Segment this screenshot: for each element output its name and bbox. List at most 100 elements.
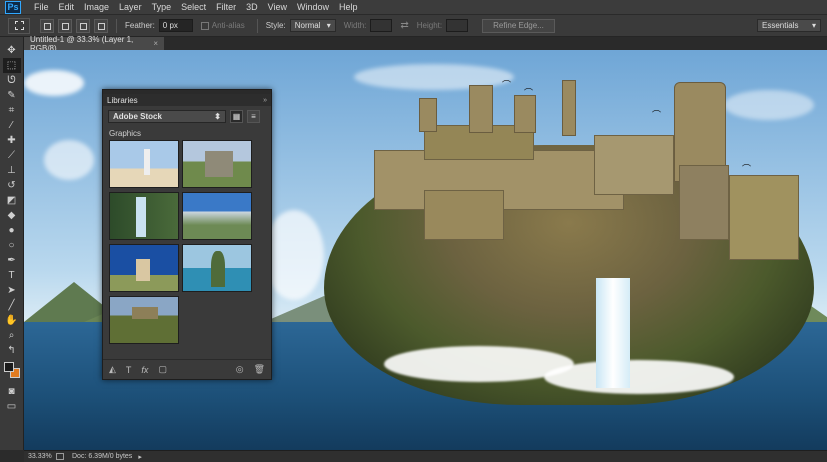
- collapse-icon[interactable]: »: [263, 97, 267, 104]
- grid-view-icon[interactable]: ▦: [230, 109, 243, 123]
- workspace-value: Essentials: [762, 21, 799, 30]
- antialias-checkbox[interactable]: [200, 21, 209, 30]
- refine-edge-button[interactable]: Refine Edge...: [482, 18, 555, 33]
- document-tab[interactable]: Untitled-1 @ 33.3% (Layer 1, RGB/8) ×: [24, 35, 164, 53]
- thumbnail-mountains[interactable]: [182, 192, 252, 240]
- divider: [256, 18, 258, 33]
- ruins-shape: [205, 151, 233, 177]
- width-input[interactable]: [370, 19, 393, 32]
- bird-icon: ⌒: [502, 80, 512, 90]
- hand-tool-icon[interactable]: ✋: [3, 313, 21, 328]
- castle-keep: [729, 175, 799, 260]
- zoom-tool-icon[interactable]: ⌕: [3, 328, 21, 343]
- thumbnail-rock-island[interactable]: [182, 244, 252, 292]
- add-graphic-icon[interactable]: ▢: [158, 364, 167, 375]
- thumbnail-windmill[interactable]: [109, 244, 179, 292]
- brush-tool-icon[interactable]: ⟋: [3, 148, 21, 163]
- new-selection-button[interactable]: [40, 18, 54, 33]
- castle-tower: [514, 95, 536, 133]
- rock-shape: [211, 251, 225, 287]
- color-swatches[interactable]: [2, 360, 22, 384]
- add-selection-button[interactable]: [58, 18, 72, 33]
- healing-brush-tool-icon[interactable]: ✚: [3, 133, 21, 148]
- trash-icon[interactable]: 🗑: [254, 364, 265, 375]
- libraries-title[interactable]: Libraries: [107, 96, 138, 105]
- feather-label: Feather:: [125, 21, 155, 30]
- lasso-tool-icon[interactable]: ᘎ: [3, 73, 21, 88]
- style-select[interactable]: Normal ▾: [289, 19, 336, 32]
- width-label: Width:: [343, 21, 367, 30]
- zoom-level[interactable]: 33.33%: [24, 453, 56, 460]
- status-bar: 33.33% Doc: 6.39M/0 bytes ▸: [24, 450, 827, 462]
- menu-3d[interactable]: 3D: [241, 2, 263, 12]
- subtract-selection-icon: [80, 22, 87, 30]
- bird-icon: ⌒: [652, 110, 662, 120]
- line-tool-icon[interactable]: ╱: [3, 298, 21, 313]
- workspace-select[interactable]: Essentials ▾: [757, 19, 821, 32]
- thumbnail-fortress-hill[interactable]: [109, 296, 179, 344]
- document-tab-bar: Untitled-1 @ 33.3% (Layer 1, RGB/8) ×: [24, 35, 827, 53]
- dodge-tool-icon[interactable]: ○: [3, 238, 21, 253]
- list-view-icon[interactable]: ≡: [247, 109, 260, 123]
- windmill-shape: [136, 259, 150, 281]
- thumbnail-waterfall[interactable]: [109, 192, 179, 240]
- marquee-tool-icon[interactable]: ⬚: [2, 58, 21, 73]
- menu-file[interactable]: File: [29, 2, 54, 12]
- menu-edit[interactable]: Edit: [54, 2, 80, 12]
- fortress-shape: [132, 307, 158, 319]
- menu-help[interactable]: Help: [334, 2, 363, 12]
- swap-icon[interactable]: ⇄: [400, 20, 408, 31]
- thumbnail-lighthouse[interactable]: [109, 140, 179, 188]
- chevron-updown-icon: ⬍: [214, 111, 221, 121]
- intersect-selection-button[interactable]: [94, 18, 108, 33]
- eyedropper-tool-icon[interactable]: ⁄: [3, 118, 21, 133]
- menu-type[interactable]: Type: [147, 2, 177, 12]
- chevron-right-icon[interactable]: ▸: [138, 453, 142, 461]
- quick-mask-icon[interactable]: ◙: [3, 384, 21, 399]
- creative-cloud-icon[interactable]: ◎: [236, 364, 244, 375]
- crop-tool-icon[interactable]: ⌗: [3, 103, 21, 118]
- clone-stamp-tool-icon[interactable]: ⊥: [3, 163, 21, 178]
- menu-filter[interactable]: Filter: [211, 2, 241, 12]
- quick-selection-tool-icon[interactable]: ✎: [3, 88, 21, 103]
- wave-foam: [544, 360, 734, 394]
- intersect-selection-icon: [98, 22, 105, 30]
- add-color-icon[interactable]: ◭: [109, 364, 116, 375]
- add-selection-icon: [62, 22, 69, 30]
- graphics-section-label: Graphics: [109, 129, 142, 138]
- menu-window[interactable]: Window: [292, 2, 334, 12]
- cloud: [724, 90, 814, 120]
- tool-preset-picker[interactable]: [8, 17, 30, 34]
- menu-image[interactable]: Image: [79, 2, 114, 12]
- style-value: Normal: [294, 21, 321, 30]
- library-select[interactable]: Adobe Stock ⬍: [108, 109, 226, 123]
- move-tool-icon[interactable]: ✥: [3, 43, 21, 58]
- castle-tower: [419, 98, 437, 132]
- tools-panel: ✥ ⬚ ᘎ ✎ ⌗ ⁄ ✚ ⟋ ⊥ ↺ ◩ ◆ ● ○ ✒ T ➤ ╱ ✋ ⌕ …: [0, 37, 24, 450]
- blur-tool-icon[interactable]: ●: [3, 223, 21, 238]
- history-brush-tool-icon[interactable]: ↺: [3, 178, 21, 193]
- height-input[interactable]: [446, 19, 469, 32]
- pen-tool-icon[interactable]: ✒: [3, 253, 21, 268]
- swap-colors-icon[interactable]: ↰: [3, 343, 21, 358]
- path-selection-tool-icon[interactable]: ➤: [3, 283, 21, 298]
- lighthouse-shape: [144, 149, 150, 175]
- style-label: Style:: [265, 21, 286, 30]
- paint-bucket-tool-icon[interactable]: ◆: [3, 208, 21, 223]
- foreground-color-swatch[interactable]: [3, 362, 14, 372]
- add-layer-style-icon[interactable]: fx: [141, 365, 148, 375]
- type-tool-icon[interactable]: T: [3, 268, 21, 283]
- divider: [116, 18, 117, 33]
- new-selection-icon: [44, 22, 51, 30]
- close-icon[interactable]: ×: [153, 39, 158, 48]
- menu-layer[interactable]: Layer: [114, 2, 147, 12]
- menu-view[interactable]: View: [263, 2, 292, 12]
- libraries-footer: ◭ T fx ▢ ◎ 🗑: [103, 359, 271, 379]
- feather-input[interactable]: 0 px: [158, 19, 193, 32]
- thumbnail-castle-ruins[interactable]: [182, 140, 252, 188]
- screen-mode-icon[interactable]: ▭: [3, 399, 21, 414]
- eraser-tool-icon[interactable]: ◩: [3, 193, 21, 208]
- menu-select[interactable]: Select: [176, 2, 211, 12]
- subtract-selection-button[interactable]: [76, 18, 90, 33]
- add-text-style-icon[interactable]: T: [126, 365, 132, 375]
